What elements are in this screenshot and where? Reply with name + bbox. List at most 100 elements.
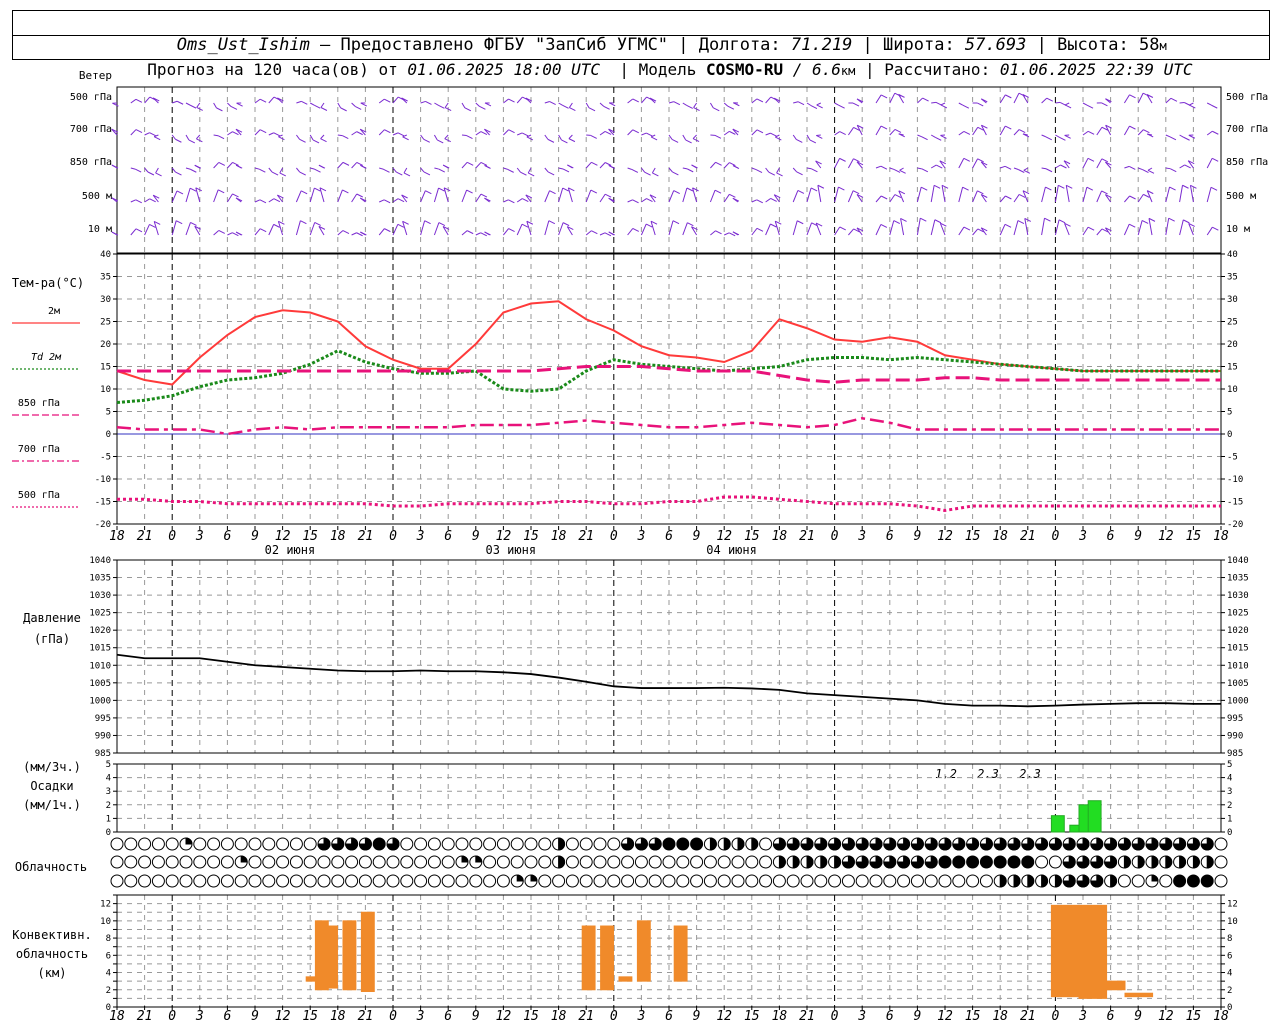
wind-barb-staff: [710, 230, 716, 236]
cloud-cover-icon: [483, 837, 497, 851]
conv-ylabel-right: 8: [1227, 934, 1232, 944]
cloud-cover-icon: [138, 837, 152, 851]
cloud-cover-fill: [240, 855, 248, 863]
cloud-cover-icon: [538, 855, 552, 869]
wind-barb-staff: [475, 193, 482, 203]
wind-barb-staff: [627, 199, 633, 203]
cloud-cover-icon: [924, 874, 938, 888]
wind-barb-staff: [544, 190, 550, 203]
wind-barb-staff: [692, 134, 697, 139]
wind-barb-flag: [521, 132, 529, 137]
wind-barb-staff: [972, 127, 979, 136]
cloud-cover-icon: [979, 855, 993, 869]
cloud-cover-icon: [855, 874, 869, 888]
wind-barb-flag: [356, 161, 364, 166]
wind-barb-staff: [1148, 218, 1153, 236]
wind-barb-flag: [852, 102, 860, 107]
wind-barb-staff: [268, 224, 275, 236]
wind-barb-staff: [627, 98, 634, 104]
wind-barb-flag: [259, 228, 267, 233]
temp-xaxis-label: 15: [1186, 529, 1202, 544]
wind-barb-staff: [1147, 167, 1153, 171]
cloud-cover-icon: [151, 837, 165, 851]
temp-xaxis-label: 21: [137, 529, 153, 544]
temp-xaxis-label: 3: [1078, 529, 1087, 544]
wind-barb-staff: [682, 187, 688, 203]
wind-barb-staff: [958, 158, 965, 169]
wind-barb-flag: [646, 198, 653, 202]
wind-barb-flag: [135, 199, 142, 204]
wind-barb-flag: [632, 227, 640, 232]
wind-barb-flag: [893, 168, 901, 173]
wind-barb-staff: [765, 96, 772, 104]
wind-barb-flag: [397, 198, 405, 203]
wind-barb-staff: [1096, 190, 1103, 203]
cloud-cover-fill: [1137, 855, 1145, 869]
wind-barb-flag: [1064, 134, 1071, 139]
pres-ylabel-left: 985: [95, 749, 111, 759]
wind-barb-flag: [963, 226, 971, 231]
wind-barb-flag: [423, 171, 431, 176]
conv-ylabel-left: 10: [100, 917, 111, 927]
wind-barb-staff: [1055, 101, 1061, 104]
wind-barb-flag: [1210, 186, 1218, 191]
wind-barb-staff: [792, 134, 797, 140]
wind-barb-flag: [1101, 190, 1108, 195]
wind-barb-flag: [1004, 165, 1012, 170]
precip-bar: [1050, 815, 1065, 833]
cloud-cover-icon: [759, 855, 773, 869]
wind-barb-staff: [958, 102, 964, 106]
cloud-cover-icon: [841, 874, 855, 888]
temp-ylabel-left: 40: [100, 250, 111, 260]
wind-barb-flag: [1182, 184, 1189, 189]
wind-barb-flag: [562, 104, 569, 109]
wind-barb-flag: [796, 138, 803, 143]
wind-barb-flag: [442, 164, 450, 169]
bottom-xaxis-label: 0: [831, 1009, 839, 1024]
cloud-cover-icon: [496, 855, 510, 869]
bottom-xaxis-label: 0: [168, 1009, 176, 1024]
temp-xaxis-label: 21: [1020, 529, 1036, 544]
wind-barb-staff: [433, 134, 438, 141]
bottom-xaxis-label: 0: [610, 1009, 618, 1024]
wind-barb-flag: [147, 171, 155, 176]
cloud-cover-icon: [262, 855, 276, 869]
conv-title-1: Конвективн.: [12, 928, 91, 942]
wind-barb-staff: [351, 193, 358, 203]
wind-barb-flag: [1005, 125, 1012, 130]
cloud-cover-icon: [262, 837, 276, 851]
precip-annotation-3: 2.3: [1019, 767, 1041, 781]
cloud-cover-icon: [276, 874, 290, 888]
wind-barb-staff: [558, 167, 564, 170]
conv-ylabel-left: 2: [106, 986, 111, 996]
pres-ylabel-right: 1015: [1227, 644, 1249, 654]
temp-xaxis-label: 15: [523, 529, 539, 544]
cloud-cover-icon: [800, 874, 814, 888]
prec-ylabel-left: 3: [106, 787, 111, 797]
cloud-cover-icon: [676, 855, 690, 869]
wind-barb-flag: [768, 171, 776, 176]
temp-legend-label: Td 2м: [31, 352, 62, 363]
wind-barb-staff: [309, 187, 315, 203]
cloud-cover-fill: [516, 874, 524, 882]
cloud-cover-icon: [400, 874, 414, 888]
cloud-cover-icon: [717, 874, 731, 888]
wind-barb-flag: [402, 136, 409, 141]
wind-barb-staff: [378, 98, 385, 104]
wind-barb-flag: [671, 138, 679, 143]
cloud-cover-icon: [565, 837, 579, 851]
wind-barb-staff: [1206, 187, 1212, 203]
wind-barb-staff: [889, 220, 895, 236]
wind-barb-flag: [603, 105, 610, 110]
wind-barb-flag: [396, 171, 403, 176]
wind-barb-staff: [320, 134, 325, 140]
wind-barb-flag: [816, 135, 823, 139]
cloud-cover-fill: [999, 874, 1007, 888]
wind-barb-staff: [1096, 228, 1103, 236]
wind-barb-staff: [834, 158, 841, 169]
wind-barb-flag: [936, 164, 943, 169]
wind-barb-staff: [889, 194, 896, 203]
temp-xaxis-label: 12: [1158, 529, 1174, 544]
cloud-cover-icon: [993, 855, 1007, 869]
wind-barb-flag: [729, 162, 736, 166]
